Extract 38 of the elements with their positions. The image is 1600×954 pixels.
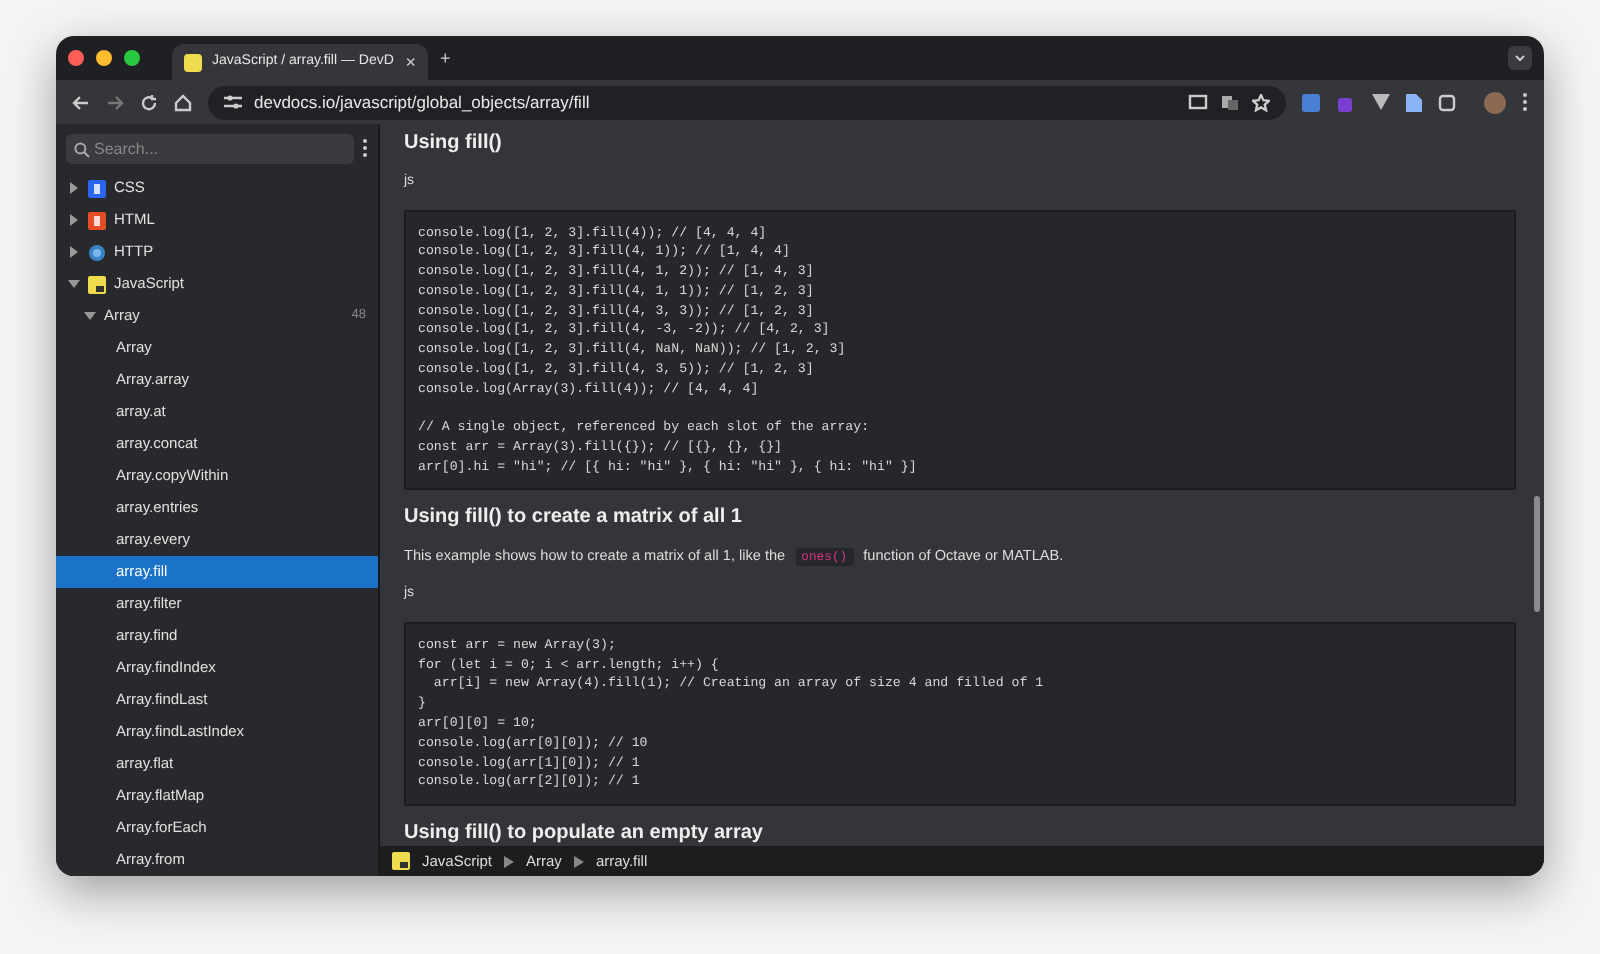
forward-icon[interactable] [106,93,124,111]
window-control-dot[interactable] [124,50,140,66]
search-icon [74,141,90,157]
install-app-icon[interactable] [1188,93,1208,111]
menu-icon[interactable] [1522,92,1528,112]
translate-icon[interactable] [1220,93,1240,111]
caret-right-icon [68,182,80,194]
tab-favicon-icon [184,53,202,71]
star-icon[interactable] [1252,93,1270,111]
tab-close-button[interactable]: × [405,53,416,71]
home-icon[interactable] [174,93,192,111]
caret-right-icon [68,214,80,226]
reload-icon[interactable] [140,93,158,111]
more-options-icon[interactable] [362,138,368,158]
js-logo-icon [88,275,106,293]
js-logo-icon [392,852,410,870]
search-field[interactable]: Search... [66,133,354,163]
extensions-puzzle-icon[interactable] [1438,93,1456,111]
css-logo-icon [88,179,106,197]
window-control-dot[interactable] [96,50,112,66]
document-icon[interactable] [1406,93,1422,111]
section-heading: Using fill() to populate an empty array [404,822,765,846]
tab-list-icon[interactable] [1508,46,1532,70]
chevron-right-icon [573,855,584,867]
html-logo-icon [88,211,106,229]
scrollbar-thumb[interactable] [1534,496,1540,612]
section-heading: Using fill() to create a matrix of all 1 [404,506,744,531]
chevron-right-icon [504,855,515,867]
section-heading: Using fill() [404,132,504,156]
caret-right-icon [68,246,80,258]
caret-down-icon [68,278,80,290]
globe-icon [88,243,106,261]
profile-avatar[interactable] [1484,91,1506,113]
window-control-dot[interactable] [68,50,84,66]
site-settings-icon[interactable] [224,94,242,110]
caret-down-icon [84,310,96,322]
back-icon[interactable] [72,93,90,111]
new-tab-button[interactable]: + [440,49,451,67]
